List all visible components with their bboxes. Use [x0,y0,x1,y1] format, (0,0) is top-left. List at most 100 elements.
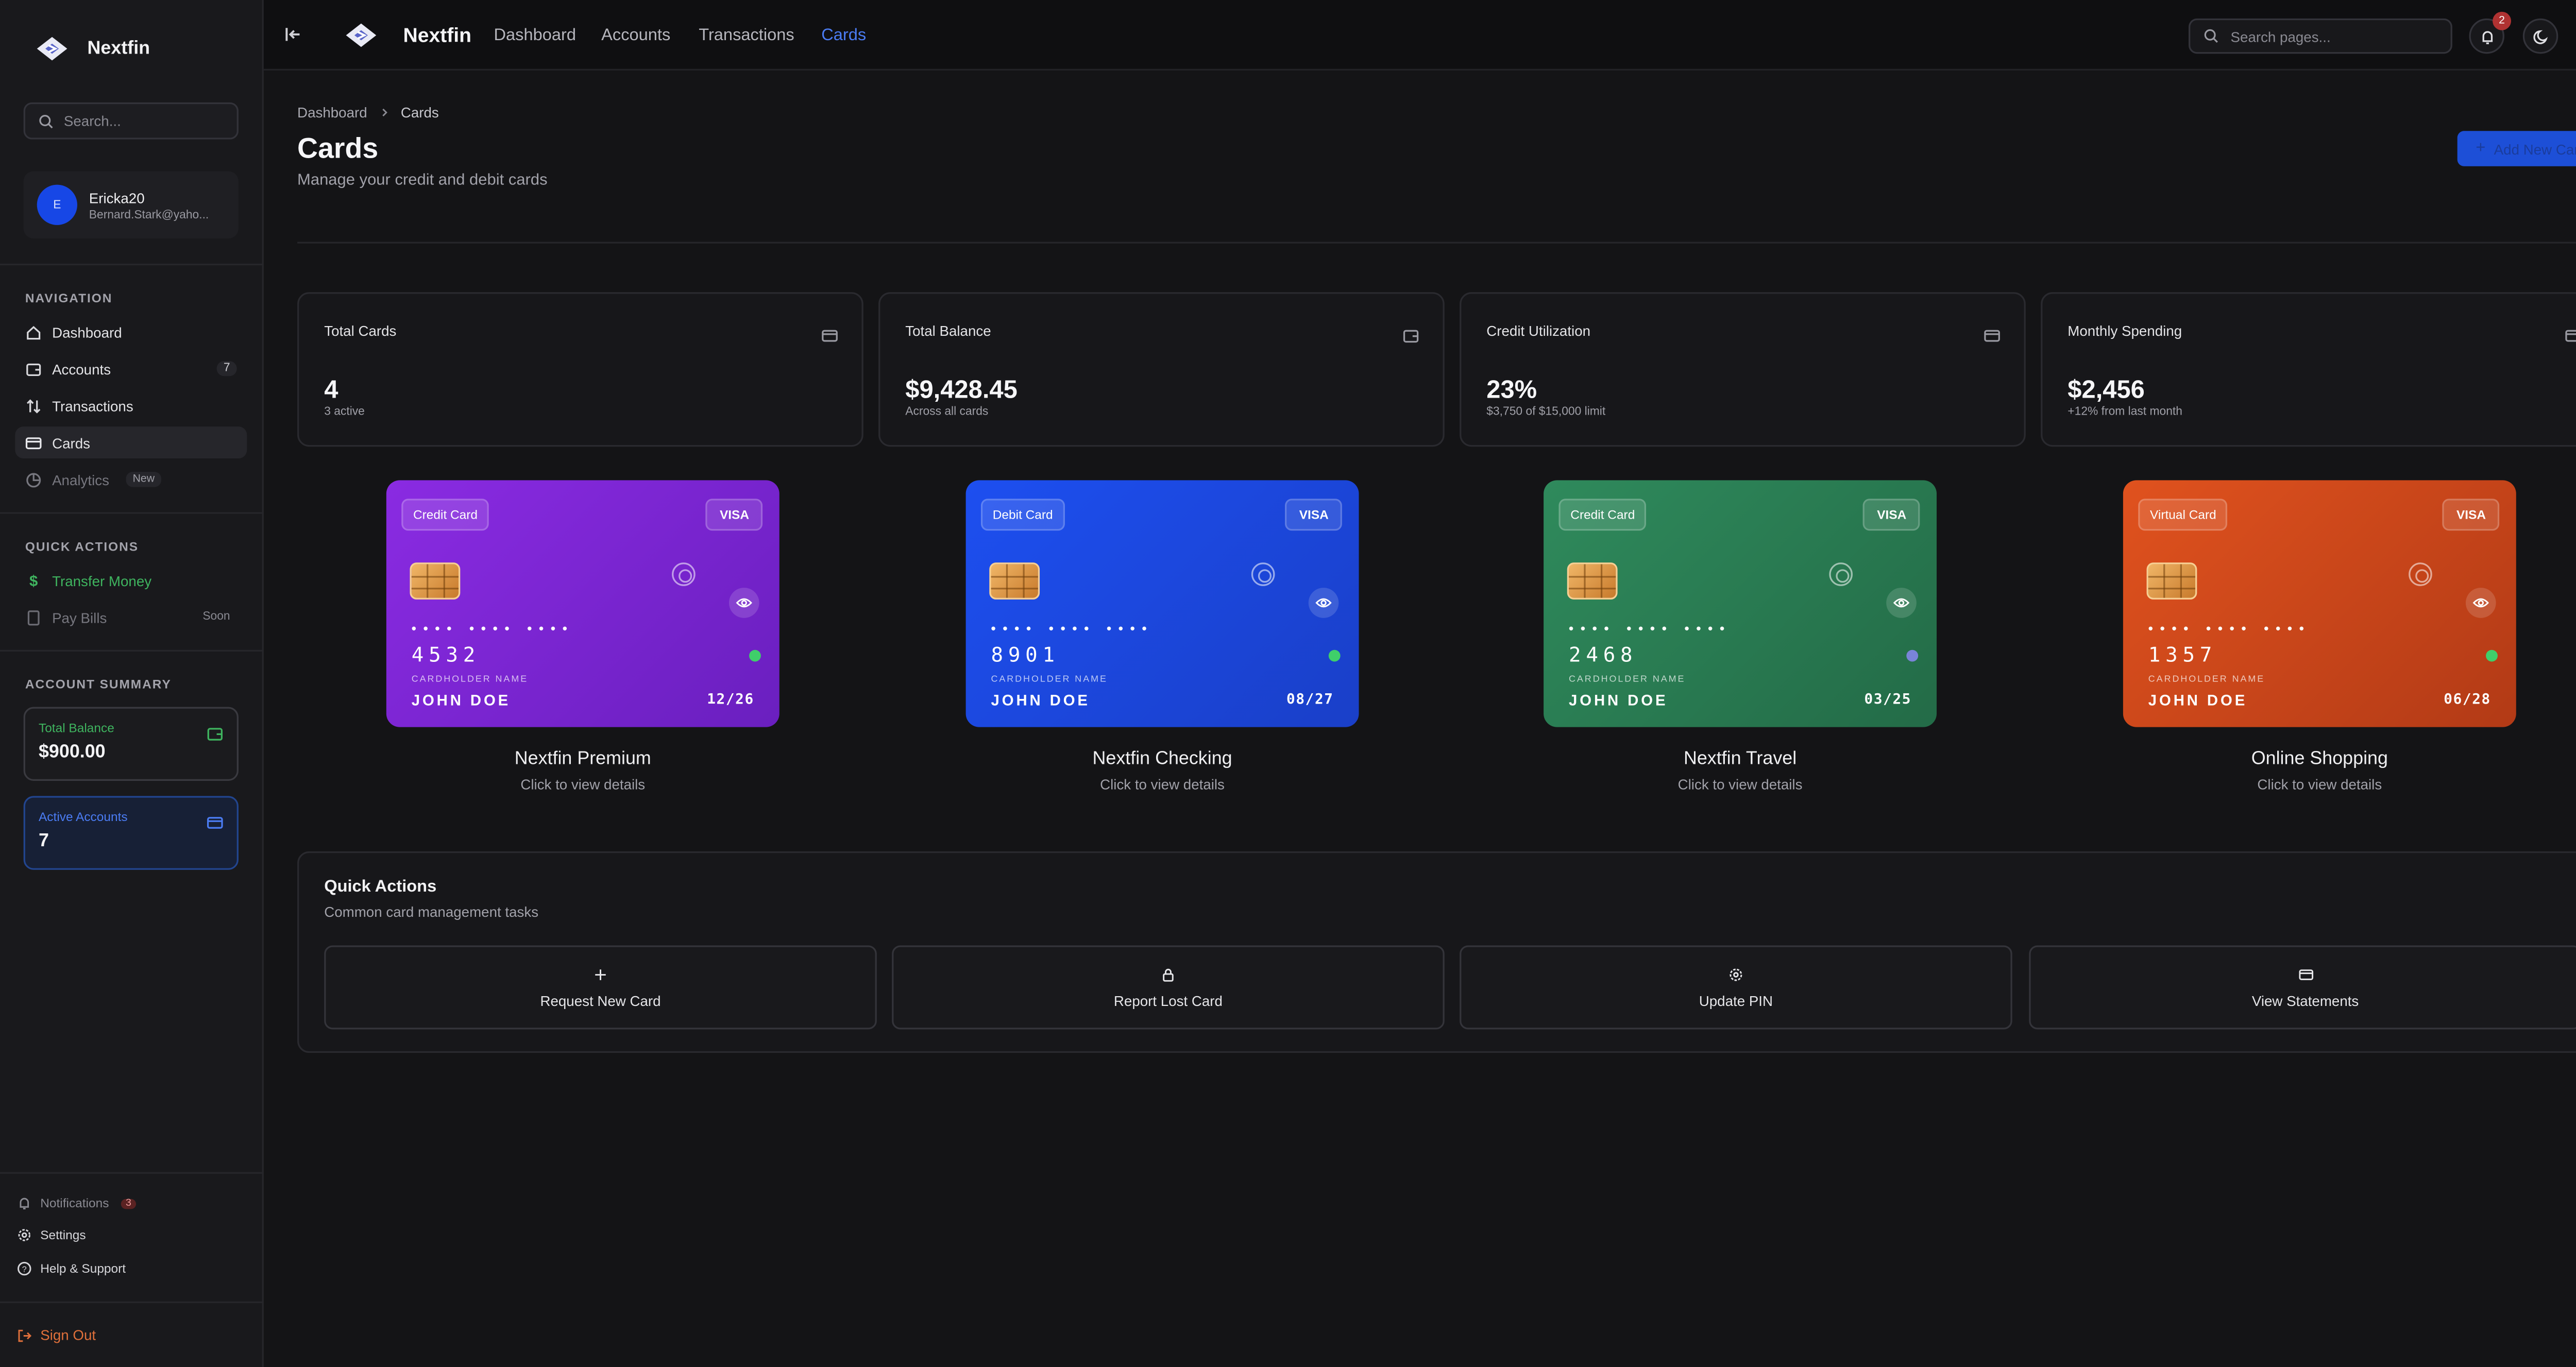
card-network-badge: VISA [1285,499,1342,531]
breadcrumb-dashboard[interactable]: Dashboard [297,104,367,121]
logout-icon [18,1329,32,1341]
sidebar-notifications[interactable]: Notifications 3 [17,1195,137,1211]
sidebar-brand[interactable]: Nextfin [33,33,150,64]
top-link-transactions[interactable]: Transactions [699,27,794,45]
stat-value: 23% [1486,376,1537,405]
wallet-icon [207,721,224,751]
collapse-sidebar-icon[interactable] [284,25,302,44]
gear-icon [1730,967,1742,980]
summary-total-balance[interactable]: Total Balance $900.00 [23,707,239,781]
card-number-masked: •••• •••• •••• [991,621,1154,637]
sign-out-button[interactable]: Sign Out [17,1327,96,1343]
sidebar-item-analytics[interactable]: Analytics New [15,464,247,495]
request-new-card-button[interactable]: Request New Card [324,945,877,1030]
sidebar-item-transfer-money[interactable]: $ Transfer Money [15,564,247,596]
bell-icon [20,1198,29,1209]
credit-card-icon [821,322,838,353]
new-badge: New [126,472,162,487]
card-number-masked: •••• •••• •••• [411,621,574,637]
card-expiry: 03/25 [1864,692,1912,709]
nav-section-label: NAVIGATION [25,291,113,306]
card-network-badge: VISA [1863,499,1920,531]
sidebar-item-pay-bills[interactable]: Pay Bills Soon [15,601,247,633]
summary-label: Active Accounts [38,809,128,825]
cardholder-name: JOHN DOE [2148,692,2248,709]
card-nextfin-travel[interactable]: Credit Card VISA •••• •••• •••• 2468 CAR… [1544,480,1937,727]
svg-text:?: ? [22,1265,27,1274]
account-summary-label: ACCOUNT SUMMARY [25,676,172,692]
quick-action-label: Report Lost Card [1113,992,1223,1009]
divider [297,242,2576,244]
breadcrumb: Dashboard Cards [297,104,439,121]
sidebar-item-dashboard[interactable]: Dashboard [15,316,247,348]
card-online-shopping[interactable]: Virtual Card VISA •••• •••• •••• 1357 CA… [2123,480,2516,727]
user-email: Bernard.Stark@yaho... [89,209,209,221]
card-number-last4: 1357 [2148,643,2217,667]
cardholder-label: CARDHOLDER NAME [411,675,529,686]
soon-tag: Soon [202,611,230,623]
sidebar-item-cards[interactable]: Cards [15,426,247,459]
nextfin-logo-icon[interactable] [343,20,380,50]
card-name[interactable]: Online Shopping [2123,749,2516,769]
bell-icon [2481,30,2492,44]
card-type-badge: Debit Card [980,499,1065,531]
divider [0,1172,264,1174]
card-status-dot [1906,650,1919,662]
card-number-last4: 8901 [991,643,1060,667]
help-label: Help & Support [40,1261,126,1276]
card-name[interactable]: Nextfin Premium [386,749,779,769]
breadcrumb-cards: Cards [400,104,439,121]
top-link-dashboard[interactable]: Dashboard [494,27,575,45]
page-search-input[interactable] [2230,27,2432,45]
show-number-eye-icon[interactable] [2465,588,2496,618]
divider [0,263,264,266]
top-link-accounts[interactable]: Accounts [601,27,670,45]
card-network-badge: VISA [706,499,763,531]
card-chip [410,562,461,600]
notifications-count-badge: 2 [2493,11,2511,30]
sidebar-search[interactable] [23,102,239,140]
accounts-count-badge: 7 [216,361,237,377]
card-number-last4: 4532 [411,643,481,667]
sidebar-search-input[interactable] [63,112,224,130]
cardholder-name: JOHN DOE [991,692,1090,709]
card-hint: Click to view details [520,776,646,793]
sidebar-item-accounts[interactable]: Accounts 7 [15,353,247,385]
divider [0,650,264,652]
credit-card-icon [2298,968,2313,980]
card-name[interactable]: Nextfin Checking [966,749,1359,769]
sidebar-item-transactions[interactable]: Transactions [15,389,247,421]
view-statements-button[interactable]: View Statements [2029,945,2576,1030]
user-profile[interactable]: E Ericka20 Bernard.Stark@yaho... [23,171,239,238]
sidebar-item-label: Transfer Money [52,572,152,589]
card-chip [1567,562,1618,600]
show-number-eye-icon[interactable] [1308,588,1339,618]
show-number-eye-icon[interactable] [728,588,759,618]
page-search[interactable] [2189,18,2452,54]
report-lost-card-button[interactable]: Report Lost Card [892,945,1445,1030]
quick-actions-title: Quick Actions [324,878,437,897]
theme-toggle-button[interactable] [2522,18,2558,54]
top-link-cards[interactable]: Cards [821,27,866,45]
add-new-card-button[interactable]: + Add New Card [2457,131,2576,166]
help-circle-icon: ? [18,1261,31,1276]
app-root: Nextfin E Ericka20 Bernard.Stark@yaho...… [0,0,2576,1367]
sidebar-help[interactable]: ? Help & Support [17,1261,126,1276]
update-pin-button[interactable]: Update PIN [1460,945,2012,1030]
sidebar-settings[interactable]: Settings [17,1227,86,1243]
sidebar: Nextfin E Ericka20 Bernard.Stark@yaho...… [0,0,264,1367]
summary-active-accounts[interactable]: Active Accounts 7 [23,796,239,870]
cardholder-label: CARDHOLDER NAME [991,675,1108,686]
card-nextfin-premium[interactable]: Credit Card VISA •••• •••• •••• 4532 CAR… [386,480,779,727]
cardholder-name: JOHN DOE [411,692,511,709]
card-nextfin-checking[interactable]: Debit Card VISA •••• •••• •••• 8901 CARD… [965,480,1359,727]
card-name[interactable]: Nextfin Travel [1544,749,1937,769]
stat-total-balance: Total Balance $9,428.45 Across all cards [878,292,1445,447]
show-number-eye-icon[interactable] [1886,588,1917,618]
page-subtitle: Manage your credit and debit cards [297,171,548,190]
card-hint: Click to view details [1100,776,1225,793]
card-status-dot [749,650,761,662]
quick-action-label: Update PIN [1699,992,1773,1009]
card-hint: Click to view details [2257,776,2382,793]
top-brand-name[interactable]: Nextfin [403,24,471,47]
